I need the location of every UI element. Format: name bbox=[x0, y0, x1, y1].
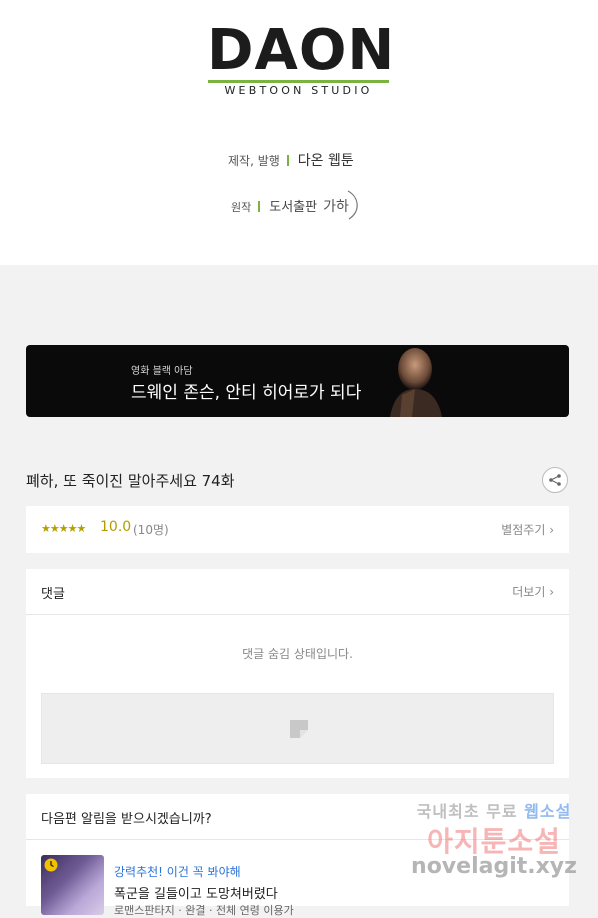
logo-underline bbox=[208, 80, 389, 83]
rating-score: 10.0 bbox=[100, 519, 132, 535]
rate-button[interactable]: 별점주기 › bbox=[501, 521, 554, 538]
production-label: 제작, 발행 bbox=[228, 154, 280, 168]
recommendation-thumbnail[interactable] bbox=[41, 855, 104, 915]
star-rating-icons: ★★★★★ bbox=[41, 522, 86, 535]
original-credit: 원작 도서출판 가하 bbox=[231, 189, 363, 221]
original-label: 원작 bbox=[231, 201, 252, 214]
credit-separator bbox=[286, 155, 289, 166]
publisher-logo-arc bbox=[347, 190, 358, 220]
more-comments-link[interactable]: 더보기 › bbox=[512, 583, 554, 600]
rating-card: ★★★★★ 10.0 (10명) 별점주기 › bbox=[26, 506, 569, 553]
rating-votes: (10명) bbox=[133, 523, 169, 537]
comment-title: 댓글 bbox=[41, 587, 65, 602]
logo-subtitle: WEBTOON STUDIO bbox=[224, 84, 373, 97]
share-button[interactable] bbox=[542, 467, 568, 493]
ad-portrait-image bbox=[390, 348, 442, 417]
recommendation-tag: 강력추천! 이건 꼭 봐야해 bbox=[114, 865, 241, 879]
credits-panel: DAON WEBTOON STUDIO 제작, 발행 다온 웹툰 원작 도서출판 가하 bbox=[0, 0, 598, 265]
ad-banner[interactable]: 영화 블랙 아담 드웨인 존슨, 안티 히어로가 되다 bbox=[26, 345, 569, 417]
share-icon bbox=[549, 474, 561, 486]
notify-card: 다음편 알림을 받으시겠습니까? 강력추천! 이건 꼭 봐야해 폭군을 길들이고… bbox=[26, 794, 569, 917]
episode-title: 폐하, 또 죽이진 말아주세요 74화 bbox=[26, 472, 235, 490]
recommendation-title[interactable]: 폭군을 길들이고 도망쳐버렸다 bbox=[114, 883, 278, 902]
studio-logo: DAON bbox=[207, 18, 396, 83]
comments-hidden-notice: 댓글 숨김 상태입니다. bbox=[242, 647, 353, 661]
notify-header: 다음편 알림을 받으시겠습니까? bbox=[26, 794, 569, 840]
production-credit: 제작, 발행 다온 웹툰 bbox=[228, 150, 354, 170]
comment-header: 댓글 더보기 › bbox=[26, 569, 569, 615]
comment-input[interactable] bbox=[41, 693, 554, 764]
recommendation-meta: 로맨스판타지 · 완결 · 전체 연령 이용가 bbox=[114, 904, 294, 917]
compose-icon bbox=[290, 720, 308, 738]
clock-icon bbox=[44, 858, 58, 872]
ad-title: 드웨인 존슨, 안티 히어로가 되다 bbox=[131, 383, 362, 403]
ad-kicker: 영화 블랙 아담 bbox=[131, 366, 193, 377]
credit-separator bbox=[258, 201, 261, 212]
original-value: 도서출판 bbox=[269, 200, 318, 215]
comment-card: 댓글 더보기 › 댓글 숨김 상태입니다. bbox=[26, 569, 569, 778]
production-value: 다온 웹툰 bbox=[297, 153, 354, 169]
notify-question: 다음편 알림을 받으시겠습니까? bbox=[41, 812, 212, 827]
